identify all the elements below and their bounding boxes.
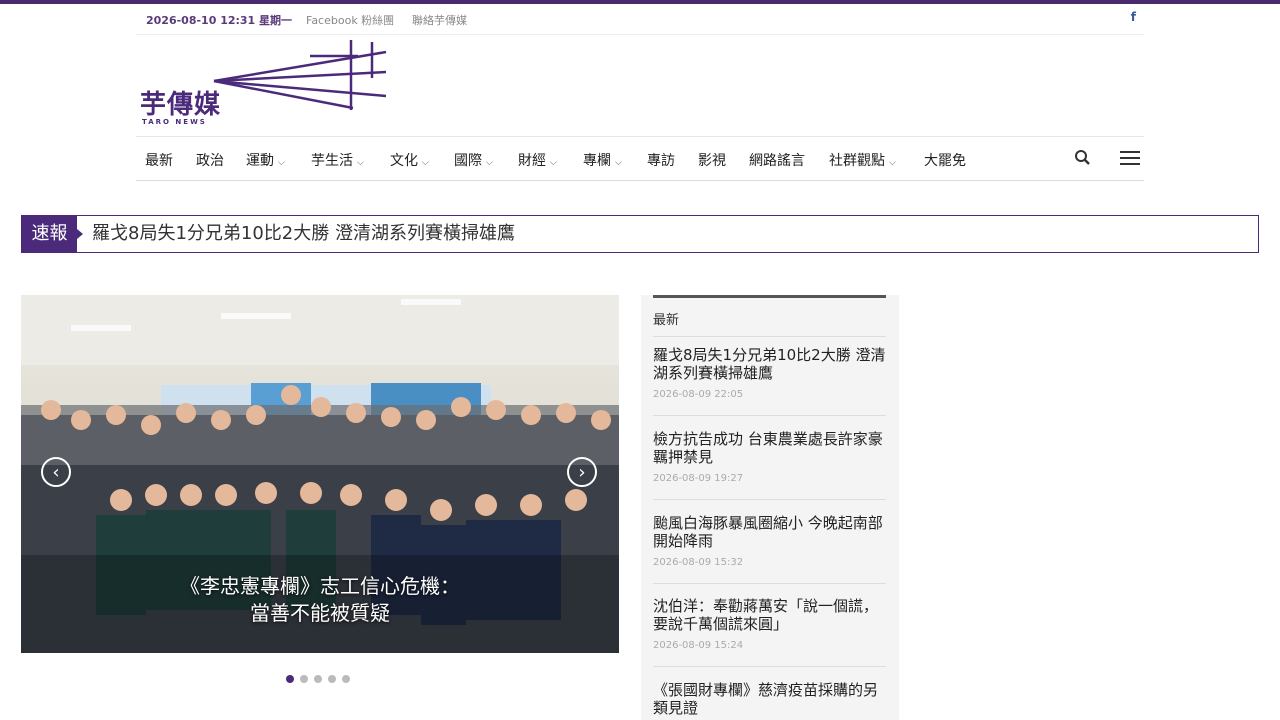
nav-item-social-views[interactable]: 社群觀點 ⌵ — [829, 150, 896, 170]
nav-label: 大罷免 — [924, 153, 966, 169]
nav-label: 專訪 — [647, 153, 675, 169]
divider — [653, 583, 886, 584]
chevron-down-icon: ⌵ — [615, 158, 622, 168]
chevron-down-icon: ⌵ — [422, 158, 429, 168]
nav-item-sports[interactable]: 運動 ⌵ — [246, 150, 285, 170]
nav-item-latest[interactable]: 最新 — [145, 150, 173, 170]
nav-label: 政治 — [196, 153, 224, 169]
nav-item-taro-life[interactable]: 芋生活 ⌵ — [311, 150, 364, 170]
divider — [653, 666, 886, 667]
nav-label: 社群觀點 — [829, 153, 885, 169]
current-datetime: 2026-08-10 12:31 星期一 — [146, 14, 293, 27]
top-bar: 2026-08-10 12:31 星期一 Facebook 粉絲團 聯絡芋傳媒 … — [136, 4, 1144, 35]
latest-article-title[interactable]: 《張國財專欄》慈濟疫苗採購的另類見證 — [653, 681, 889, 717]
chevron-down-icon: ⌵ — [889, 158, 896, 168]
latest-news-sidebar: 最新 羅戈8局失1分兄弟10比2大勝 澄清湖系列賽橫掃雄鷹 2026-08-09… — [641, 295, 899, 720]
slider-prev-button[interactable]: ‹ — [41, 457, 71, 487]
nav-label: 最新 — [145, 153, 173, 169]
nav-label: 運動 — [246, 153, 274, 169]
nav-item-international[interactable]: 國際 ⌵ — [454, 150, 493, 170]
main-navigation: 最新 政治 運動 ⌵ 芋生活 ⌵ 文化 ⌵ 國際 ⌵ 財經 ⌵ 專欄 ⌵ 專訪 影視 網路謠… — [136, 136, 1144, 181]
slider-dot[interactable] — [300, 675, 308, 683]
latest-article-time: 2026-08-09 22:05 — [653, 389, 744, 400]
slide-caption-line: 《李忠憲專欄》志工信心危機： — [180, 574, 460, 598]
site-logo[interactable]: 芋傳媒 TARO NEWS — [138, 38, 390, 130]
nav-item-video[interactable]: 影視 — [698, 150, 726, 170]
featured-slider[interactable]: ‹ › 《李忠憲專欄》志工信心危機： 當善不能被質疑 — [21, 295, 619, 653]
slider-dot[interactable] — [314, 675, 322, 683]
chevron-down-icon: ⌵ — [357, 158, 364, 168]
nav-item-finance[interactable]: 財經 ⌵ — [518, 150, 557, 170]
logo-subtitle: TARO NEWS — [142, 118, 207, 126]
sidebar-heading: 最新 — [653, 313, 680, 328]
search-icon[interactable] — [1074, 149, 1092, 167]
latest-article-time: 2026-08-09 15:24 — [653, 640, 744, 651]
contact-link[interactable]: 聯絡芋傳媒 — [412, 12, 467, 28]
nav-label: 芋生活 — [311, 153, 353, 169]
divider — [653, 336, 886, 337]
breaking-news-headline[interactable]: 羅戈8局失1分兄弟10比2大勝 澄清湖系列賽橫掃雄鷹 — [92, 216, 515, 252]
breaking-news-ticker: 速報 羅戈8局失1分兄弟10比2大勝 澄清湖系列賽橫掃雄鷹 — [21, 215, 1259, 253]
slide-caption-line: 當善不能被質疑 — [250, 601, 390, 625]
nav-label: 國際 — [454, 153, 482, 169]
chevron-down-icon: ⌵ — [550, 158, 557, 168]
logo-title: 芋傳媒 — [140, 90, 222, 120]
slider-dot[interactable] — [342, 675, 350, 683]
nav-item-rumors[interactable]: 網路謠言 — [749, 150, 805, 170]
divider — [653, 415, 886, 416]
nav-item-recall[interactable]: 大罷免 — [924, 150, 966, 170]
nav-item-interviews[interactable]: 專訪 — [647, 150, 675, 170]
latest-article-time: 2026-08-09 19:27 — [653, 473, 744, 484]
nav-item-culture[interactable]: 文化 ⌵ — [390, 150, 429, 170]
latest-article-time: 2026-08-09 15:32 — [653, 557, 744, 568]
nav-label: 財經 — [518, 153, 546, 169]
chevron-down-icon: ⌵ — [486, 158, 493, 168]
breaking-news-label: 速報 — [22, 216, 83, 252]
slider-dot[interactable] — [328, 675, 336, 683]
nav-item-politics[interactable]: 政治 — [196, 150, 224, 170]
nav-label: 網路謠言 — [749, 153, 805, 169]
facebook-icon[interactable]: f — [1131, 10, 1136, 24]
nav-label: 文化 — [390, 153, 418, 169]
slide-caption[interactable]: 《李忠憲專欄》志工信心危機： 當善不能被質疑 — [21, 573, 619, 627]
latest-article-title[interactable]: 沈伯洋：奉勸蔣萬安「說一個謊，要說千萬個謊來圓」 — [653, 597, 889, 633]
nav-item-columns[interactable]: 專欄 ⌵ — [583, 150, 622, 170]
latest-article-title[interactable]: 檢方抗告成功 台東農業處長許家豪羈押禁見 — [653, 430, 889, 466]
chevron-down-icon: ⌵ — [278, 158, 285, 168]
nav-label: 專欄 — [583, 153, 611, 169]
facebook-fanpage-link[interactable]: Facebook 粉絲團 — [306, 12, 394, 28]
slider-dot[interactable] — [286, 675, 294, 683]
latest-article-title[interactable]: 颱風白海豚暴風圈縮小 今晚起南部開始降雨 — [653, 514, 889, 550]
divider — [653, 499, 886, 500]
nav-label: 影視 — [698, 153, 726, 169]
sidebar-top-border — [653, 295, 886, 298]
slider-next-button[interactable]: › — [567, 457, 597, 487]
slider-pagination — [286, 668, 356, 683]
latest-article-title[interactable]: 羅戈8局失1分兄弟10比2大勝 澄清湖系列賽橫掃雄鷹 — [653, 346, 889, 382]
hamburger-menu-icon[interactable] — [1120, 151, 1140, 165]
